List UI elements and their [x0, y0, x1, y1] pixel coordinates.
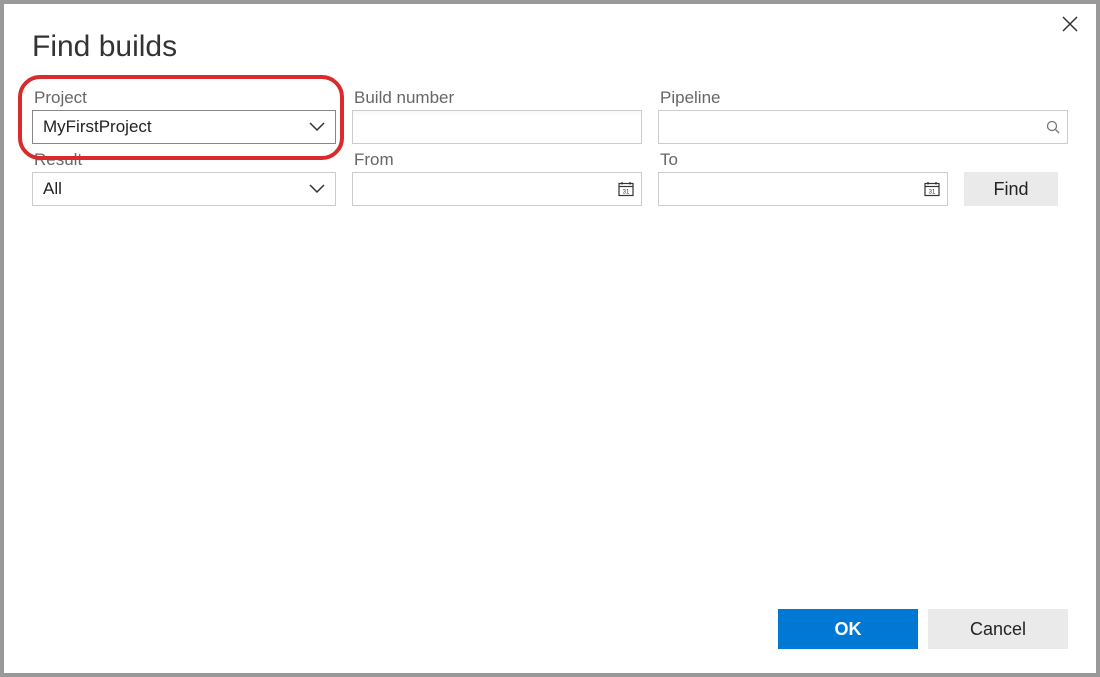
cancel-button[interactable]: Cancel	[928, 609, 1068, 649]
pipeline-field: Pipeline	[658, 88, 1068, 144]
chevron-down-icon	[309, 184, 325, 194]
find-button-field: Find	[964, 172, 1058, 206]
from-field: From 31	[352, 150, 642, 206]
calendar-icon[interactable]: 31	[924, 182, 940, 197]
result-label: Result	[32, 150, 336, 170]
project-field: Project MyFirstProject	[32, 88, 336, 144]
find-button[interactable]: Find	[964, 172, 1058, 206]
result-field: Result All	[32, 150, 336, 206]
from-label: From	[352, 150, 642, 170]
to-label: To	[658, 150, 948, 170]
pipeline-label: Pipeline	[658, 88, 1068, 108]
calendar-icon[interactable]: 31	[618, 182, 634, 197]
to-input[interactable]	[658, 172, 948, 206]
close-icon[interactable]	[1058, 12, 1082, 40]
form-area: Project MyFirstProject Build number Pipe…	[4, 64, 1096, 212]
search-icon[interactable]	[1046, 120, 1060, 134]
build-number-label: Build number	[352, 88, 642, 108]
ok-button[interactable]: OK	[778, 609, 918, 649]
project-label: Project	[32, 88, 336, 108]
project-value: MyFirstProject	[43, 117, 152, 137]
build-number-field: Build number	[352, 88, 642, 144]
from-input[interactable]	[352, 172, 642, 206]
result-value: All	[43, 179, 62, 199]
svg-text:31: 31	[623, 190, 630, 196]
project-dropdown[interactable]: MyFirstProject	[32, 110, 336, 144]
dialog-footer: OK Cancel	[4, 609, 1096, 673]
svg-text:31: 31	[929, 190, 936, 196]
result-dropdown[interactable]: All	[32, 172, 336, 206]
dialog-title: Find builds	[4, 4, 1096, 64]
pipeline-input[interactable]	[658, 110, 1068, 144]
find-builds-dialog: Find builds Project MyFirstProject Build…	[4, 4, 1096, 673]
to-field: To 31	[658, 150, 948, 206]
chevron-down-icon	[309, 122, 325, 132]
build-number-input[interactable]	[352, 110, 642, 144]
